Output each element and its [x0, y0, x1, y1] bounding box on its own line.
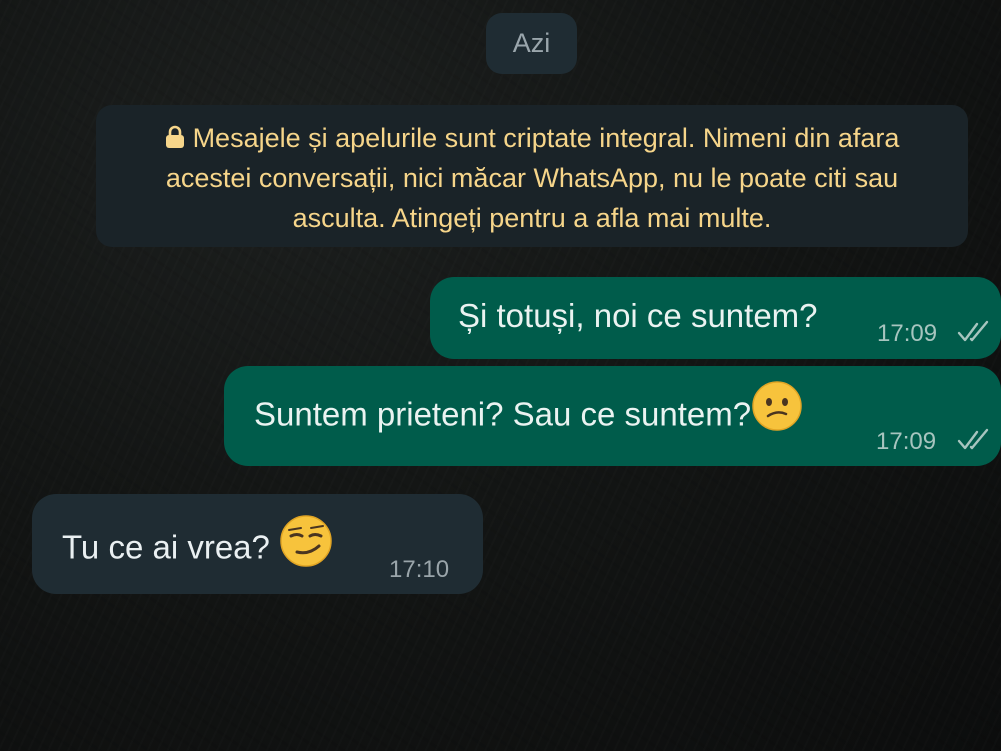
lock-icon: [165, 125, 185, 149]
encryption-notice[interactable]: Mesajele și apelurile sunt criptate inte…: [96, 105, 968, 247]
message-time: 17:10: [389, 556, 450, 583]
message-time: 17:09: [877, 320, 938, 347]
message-time: 17:09: [876, 428, 937, 455]
message-text: Tu ce ai vrea?: [62, 515, 333, 576]
encryption-notice-text: Mesajele și apelurile sunt criptate inte…: [165, 123, 900, 233]
double-check-icon: [957, 320, 989, 342]
message-text: Și totuși, noi ce suntem?: [458, 297, 818, 334]
double-check-icon: [957, 428, 989, 450]
message-bubble-incoming[interactable]: Tu ce ai vrea? 17:10: [32, 494, 483, 594]
message-text: Suntem prieteni? Sau ce suntem?: [254, 381, 803, 440]
date-separator: Azi: [486, 13, 577, 74]
date-label: Azi: [512, 28, 551, 58]
message-bubble-outgoing[interactable]: Suntem prieteni? Sau ce suntem? 17:09: [224, 366, 1001, 466]
message-text-content: Tu ce ai vrea?: [62, 528, 270, 566]
message-bubble-outgoing[interactable]: Și totuși, noi ce suntem? 17:09: [430, 277, 1001, 359]
message-text-content: Suntem prieteni? Sau ce suntem?: [254, 395, 752, 433]
confused-face-emoji: [751, 381, 803, 440]
smirking-face-emoji: [279, 515, 333, 576]
